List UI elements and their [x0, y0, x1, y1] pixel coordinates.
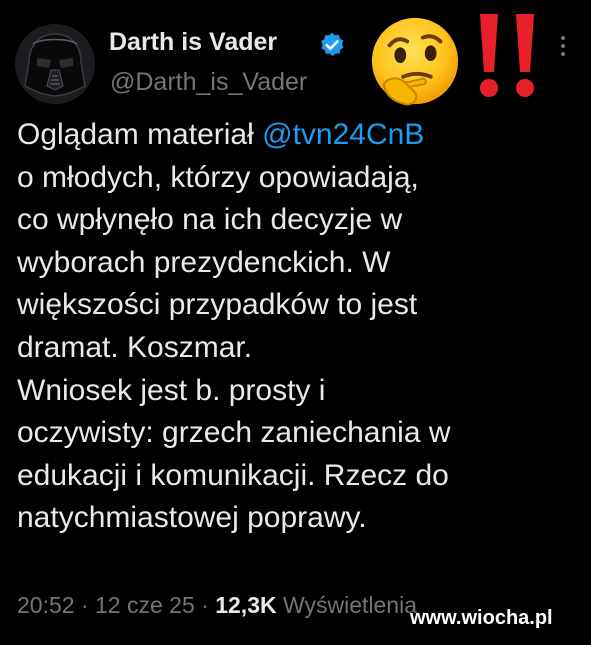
tweet-line: wyborach prezydenckich. W [17, 245, 391, 279]
tweet-line: Wniosek jest b. prosty i [17, 373, 326, 407]
darth-vader-helmet-icon [15, 24, 95, 104]
tweet-line: co wpłynęło na ich decyzje w [17, 203, 403, 237]
meta-separator: · [74, 592, 96, 618]
tweet-line: większości przypadków to jest [17, 288, 418, 322]
author-avatar[interactable] [15, 24, 95, 104]
tweet-line-text: Oglądam materiał [17, 118, 263, 151]
mention-link[interactable]: @tvn24CnB [262, 118, 424, 151]
tweet-card: Darth is Vader @Darth_is_Vader Oglądam m… [0, 0, 591, 645]
meta-separator: · [194, 592, 216, 618]
author-display-name[interactable]: Darth is Vader [109, 28, 277, 57]
tweet-date[interactable]: 12 cze 25 [95, 592, 195, 618]
tweet-text: Oglądam materiał @tvn24CnB o młodych, kt… [17, 114, 577, 540]
more-options-icon[interactable] [554, 36, 572, 66]
tweet-line: dramat. Koszmar. [17, 330, 253, 364]
double-exclamation-icon [480, 14, 534, 97]
more-dot [561, 52, 565, 56]
tweet-time[interactable]: 20:52 [17, 592, 75, 618]
tweet-line: edukacji i komunikacji. Rzecz do [17, 458, 449, 492]
more-dot [561, 36, 565, 40]
tweet-line: natychmiastowej poprawy. [17, 501, 367, 535]
tweet-line: Oglądam materiał @tvn24CnB [17, 114, 577, 157]
thinking-face-icon [371, 17, 459, 106]
tweet-line: oczywisty: grzech zaniechania w [17, 416, 451, 450]
site-watermark: www.wiocha.pl [410, 607, 553, 629]
tweet-meta: 20:52 · 12 cze 25 · 12,3K Wyświetlenia [17, 592, 417, 619]
verified-badge-icon [321, 32, 344, 57]
author-handle[interactable]: @Darth_is_Vader [110, 68, 307, 97]
views-count[interactable]: 12,3K [215, 592, 276, 618]
tweet-line: o młodych, którzy opowiadają, [17, 160, 419, 194]
views-label: Wyświetlenia [276, 592, 417, 618]
more-dot [561, 44, 565, 48]
